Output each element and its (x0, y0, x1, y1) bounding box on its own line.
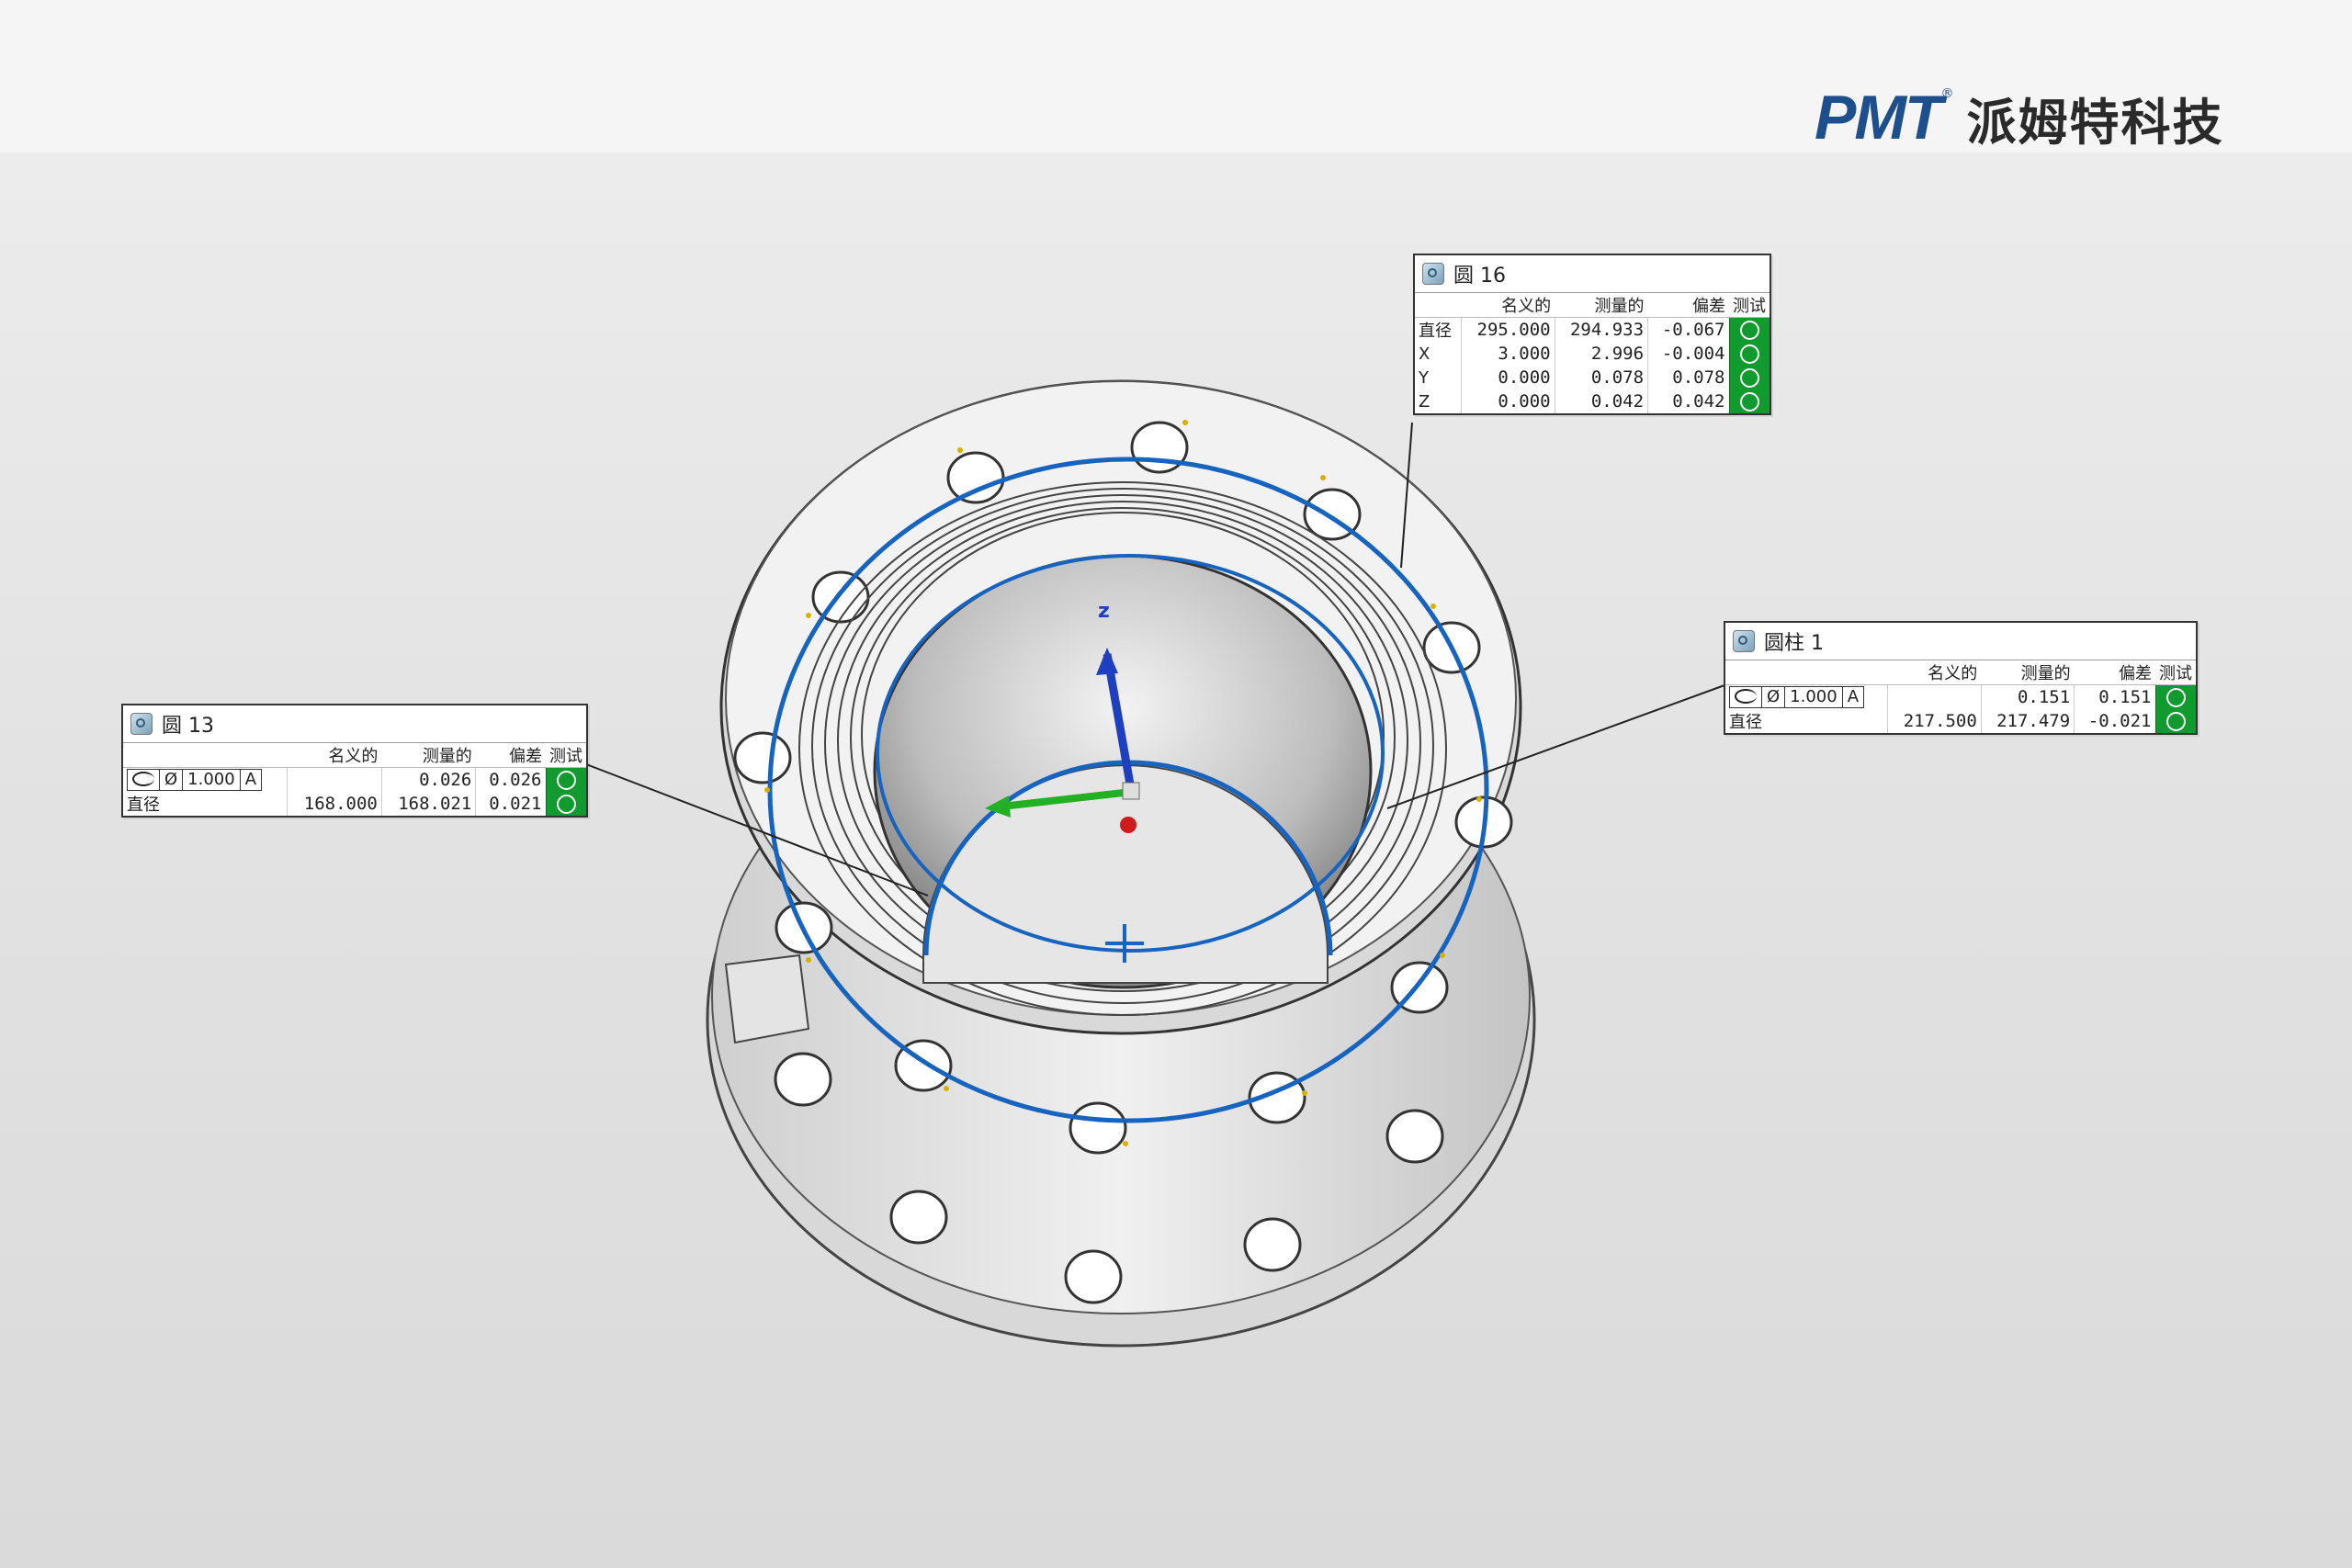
pass-indicator (2154, 684, 2196, 709)
table-row: Ø 1.000 A 0.151 0.151 (1725, 684, 2196, 709)
table-row: X 3.000 2.996 -0.004 (1415, 342, 1770, 366)
pass-icon (556, 795, 576, 814)
panel-title-bar: 圆 13 (123, 705, 586, 743)
feature-control-frame: Ø 1.000 A (1729, 686, 1865, 708)
pass-icon (556, 771, 576, 790)
pass-indicator (1728, 366, 1770, 389)
header-label (1415, 293, 1462, 318)
pass-indicator (1728, 342, 1770, 366)
measurement-table: 名义的 测量的 偏差 测试 Ø 1.000 A 0.151 0.151 直径 2… (1725, 660, 2196, 733)
pass-icon (1739, 392, 1759, 412)
feature-panel-cylinder-1[interactable]: 圆柱 1 名义的 测量的 偏差 测试 Ø 1.000 A 0.151 0.151 (1724, 621, 2198, 735)
pass-indicator (1728, 389, 1770, 413)
pass-indicator (545, 792, 586, 816)
table-row: 直径 217.500 217.479 -0.021 (1725, 709, 2196, 733)
header-label (123, 743, 288, 768)
table-row: 直径 295.000 294.933 -0.067 (1415, 317, 1770, 342)
pass-icon (1739, 368, 1759, 388)
header-measured: 测量的 (1555, 293, 1648, 318)
header-deviation: 偏差 (1647, 293, 1729, 318)
table-row: Ø 1.000 A 0.026 0.026 (123, 767, 586, 792)
header-nominal: 名义的 (287, 743, 382, 768)
header-nominal: 名义的 (1887, 660, 1982, 685)
pass-indicator (545, 767, 586, 792)
header-measured: 测量的 (1981, 660, 2075, 685)
feature-panel-circle-13[interactable]: 圆 13 名义的 测量的 偏差 测试 Ø 1.000 A 0.026 0.026 (121, 704, 588, 818)
header-test: 测试 (2155, 660, 2196, 685)
measurement-table: 名义的 测量的 偏差 测试 Ø 1.000 A 0.026 0.026 直径 1… (123, 743, 586, 816)
pass-indicator (2154, 709, 2196, 733)
circle-feature-icon (1422, 263, 1444, 285)
feature-control-frame: Ø 1.000 A (127, 769, 263, 791)
side-nozzle (724, 953, 810, 1044)
circle-feature-icon (130, 713, 153, 735)
table-row: Z 0.000 0.042 0.042 (1415, 389, 1770, 413)
table-row: 直径 168.000 168.021 0.021 (123, 792, 586, 816)
position-icon (1735, 689, 1757, 704)
panel-title: 圆 16 (1453, 265, 1506, 288)
panel-title-bar: 圆 16 (1415, 255, 1770, 293)
panel-title: 圆 13 (162, 715, 214, 738)
header-label (1725, 660, 1888, 685)
panel-title: 圆柱 1 (1764, 632, 1824, 655)
feature-panel-circle-16[interactable]: 圆 16 名义的 测量的 偏差 测试 直径 295.000 294.933 -0… (1413, 254, 1771, 415)
cylinder-feature-icon (1733, 630, 1755, 652)
header-deviation: 偏差 (475, 743, 546, 768)
panel-title-bar: 圆柱 1 (1725, 623, 2196, 660)
pass-icon (1739, 344, 1759, 364)
measurement-table: 名义的 测量的 偏差 测试 直径 295.000 294.933 -0.067 … (1415, 293, 1770, 413)
position-icon (132, 772, 154, 786)
table-row: Y 0.000 0.078 0.078 (1415, 366, 1770, 389)
pass-icon (1739, 321, 1759, 340)
pass-icon (2165, 688, 2186, 707)
pass-icon (2165, 712, 2186, 731)
header-test: 测试 (546, 743, 586, 768)
header-measured: 测量的 (381, 743, 476, 768)
header-test: 测试 (1729, 293, 1770, 318)
axis-z-label: z (1098, 600, 1110, 623)
header-nominal: 名义的 (1461, 293, 1555, 318)
header-deviation: 偏差 (2074, 660, 2155, 685)
pass-indicator (1728, 317, 1770, 342)
